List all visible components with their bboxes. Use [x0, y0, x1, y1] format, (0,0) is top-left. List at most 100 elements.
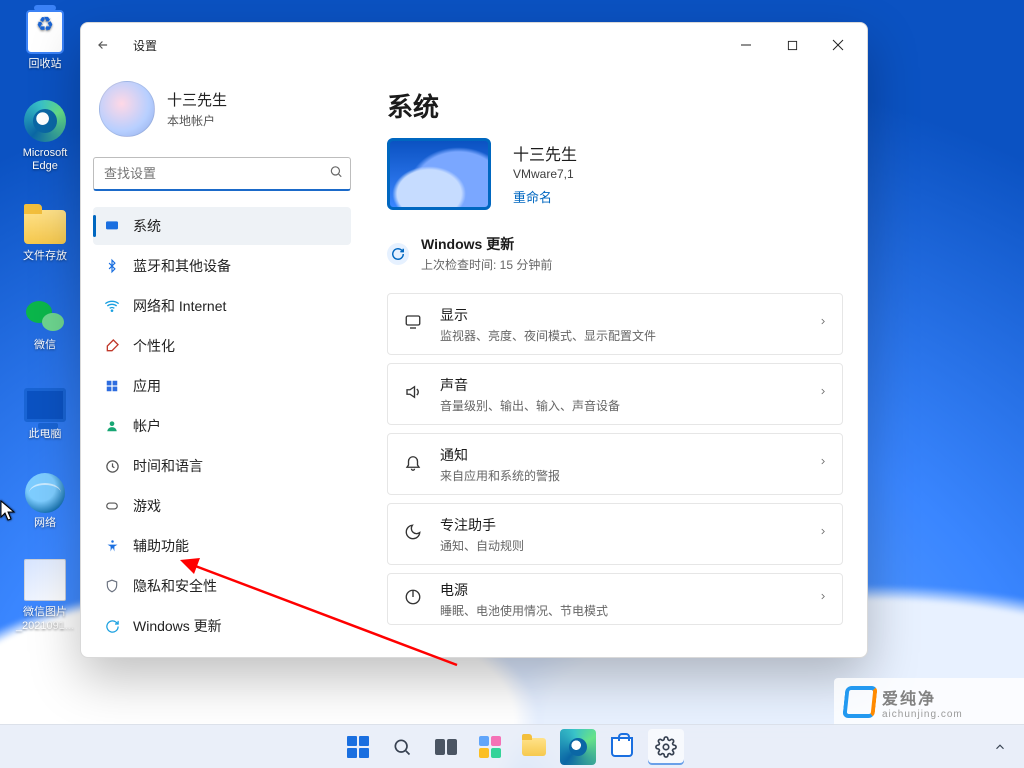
app-title: 设置	[133, 37, 157, 54]
folder-icon	[522, 738, 546, 756]
store-icon	[611, 737, 633, 757]
windows-update-status[interactable]: Windows 更新 上次检查时间: 15 分钟前	[387, 234, 843, 273]
minimize-icon	[740, 39, 752, 51]
desktop-icon-label: 微信图片 _2021091...	[16, 606, 74, 632]
desktop-icons-column: ♻ 回收站 Microsoft Edge 文件存放 微信 此电脑 网络 微信图片…	[6, 10, 84, 633]
search-input[interactable]	[93, 157, 351, 191]
moon-icon	[402, 523, 424, 546]
search-container	[93, 157, 351, 191]
card-focus-assist[interactable]: 专注助手 通知、自动规则	[387, 503, 843, 565]
card-power[interactable]: 电源 睡眠、电池使用情况、节电模式	[387, 573, 843, 625]
maximize-button[interactable]	[769, 29, 815, 61]
desktop-icon-network[interactable]: 网络	[6, 469, 84, 530]
sidebar-item-accounts[interactable]: 帐户	[93, 407, 351, 445]
desktop-icon-label: 文件存放	[23, 250, 67, 263]
arrow-left-icon	[96, 38, 110, 52]
sidebar-item-label: 时间和语言	[133, 456, 203, 476]
desktop-icon-label: 回收站	[29, 58, 62, 71]
microsoft-store-button[interactable]	[604, 729, 640, 765]
sidebar-item-label: 系统	[133, 216, 161, 236]
edge-icon	[24, 100, 66, 142]
sidebar-item-label: 帐户	[133, 416, 161, 436]
desktop-icon-label: 微信	[34, 339, 56, 352]
minimize-button[interactable]	[723, 29, 769, 61]
settings-cards: 显示 监视器、亮度、夜间模式、显示配置文件 声音 音量级别、输出、输入、声音设备	[387, 293, 843, 625]
taskbar	[0, 724, 1024, 768]
tray-expand-button[interactable]	[982, 729, 1018, 765]
device-image	[387, 138, 491, 210]
apps-icon	[103, 377, 121, 395]
bell-icon	[402, 453, 424, 476]
start-button[interactable]	[340, 729, 376, 765]
desktop-icon-folder[interactable]: 文件存放	[6, 202, 84, 263]
mouse-cursor	[0, 500, 16, 522]
task-view-button[interactable]	[428, 729, 464, 765]
task-view-icon	[435, 739, 457, 755]
sidebar-item-apps[interactable]: 应用	[93, 367, 351, 405]
card-title: 显示	[440, 305, 656, 325]
card-subtitle: 音量级别、输出、输入、声音设备	[440, 397, 620, 414]
sidebar-item-label: 应用	[133, 376, 161, 396]
card-subtitle: 睡眠、电池使用情况、节电模式	[440, 602, 608, 619]
sidebar-nav: 系统 蓝牙和其他设备 网络和 Internet 个性化 应用	[93, 207, 351, 645]
device-name: 十三先生	[513, 141, 577, 165]
sidebar-item-network[interactable]: 网络和 Internet	[93, 287, 351, 325]
close-button[interactable]	[815, 29, 861, 61]
chevron-up-icon	[993, 740, 1007, 754]
sidebar-item-windows-update[interactable]: Windows 更新	[93, 607, 351, 645]
close-icon	[832, 39, 844, 51]
taskbar-settings[interactable]	[648, 729, 684, 765]
settings-window: 设置 十三先生 本地帐户	[80, 22, 868, 658]
sidebar-item-gaming[interactable]: 游戏	[93, 487, 351, 525]
monitor-icon	[24, 388, 66, 422]
back-button[interactable]	[89, 31, 117, 59]
rename-link[interactable]: 重命名	[513, 187, 552, 206]
desktop-icon-recycle-bin[interactable]: ♻ 回收站	[6, 10, 84, 71]
chevron-right-icon	[818, 385, 828, 404]
sidebar-item-label: 个性化	[133, 336, 175, 356]
gear-icon	[655, 736, 677, 758]
watermark-text-en: aichunjing.com	[882, 709, 963, 720]
clock-icon	[103, 457, 121, 475]
sidebar-item-accessibility[interactable]: 辅助功能	[93, 527, 351, 565]
sidebar: 十三先生 本地帐户 系统 蓝牙和其他设备	[81, 67, 363, 657]
image-file-icon	[24, 559, 66, 601]
sidebar-item-bluetooth[interactable]: 蓝牙和其他设备	[93, 247, 351, 285]
sidebar-item-label: 游戏	[133, 496, 161, 516]
desktop-icon-image-file[interactable]: 微信图片 _2021091...	[6, 558, 84, 632]
display-icon	[103, 217, 121, 235]
chevron-right-icon	[818, 525, 828, 544]
watermark-text-cn: 爱纯净	[882, 685, 963, 709]
game-icon	[103, 497, 121, 515]
wechat-icon	[26, 301, 64, 331]
taskbar-edge[interactable]	[560, 729, 596, 765]
desktop-icon-wechat[interactable]: 微信	[6, 291, 84, 352]
desktop-icon-edge[interactable]: Microsoft Edge	[6, 99, 84, 173]
card-sound[interactable]: 声音 音量级别、输出、输入、声音设备	[387, 363, 843, 425]
search-icon	[329, 165, 343, 184]
user-icon	[103, 417, 121, 435]
desktop-icon-this-pc[interactable]: 此电脑	[6, 380, 84, 441]
sidebar-item-privacy[interactable]: 隐私和安全性	[93, 567, 351, 605]
sidebar-item-system[interactable]: 系统	[93, 207, 351, 245]
accessibility-icon	[103, 537, 121, 555]
search-icon	[392, 737, 412, 757]
taskbar-search[interactable]	[384, 729, 420, 765]
card-title: 声音	[440, 375, 620, 395]
about-device-row: 十三先生 VMware7,1 重命名	[387, 138, 843, 210]
wifi-icon	[103, 297, 121, 315]
power-icon	[402, 588, 424, 611]
sidebar-item-time-language[interactable]: 时间和语言	[93, 447, 351, 485]
card-title: 通知	[440, 445, 560, 465]
card-notifications[interactable]: 通知 来自应用和系统的警报	[387, 433, 843, 495]
sidebar-item-personalize[interactable]: 个性化	[93, 327, 351, 365]
card-title: 专注助手	[440, 515, 524, 535]
card-display[interactable]: 显示 监视器、亮度、夜间模式、显示配置文件	[387, 293, 843, 355]
maximize-icon	[787, 40, 798, 51]
sidebar-user[interactable]: 十三先生 本地帐户	[93, 77, 351, 145]
card-subtitle: 来自应用和系统的警报	[440, 467, 560, 484]
widgets-button[interactable]	[472, 729, 508, 765]
refresh-icon	[103, 617, 121, 635]
file-explorer-button[interactable]	[516, 729, 552, 765]
desktop-icon-label: Microsoft Edge	[23, 147, 68, 173]
